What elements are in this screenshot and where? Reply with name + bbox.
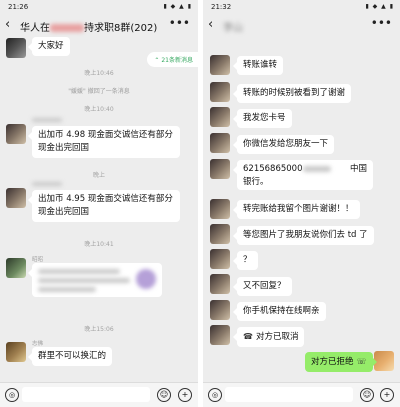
avatar[interactable] <box>210 107 230 127</box>
timestamp: 晚上15:06 <box>84 326 114 333</box>
avatar[interactable] <box>6 342 26 362</box>
avatar[interactable] <box>210 55 230 75</box>
nav-bar: ‹ 李山 ••• <box>203 14 400 36</box>
redacted-text <box>38 278 130 283</box>
sender-name: 昭昭 <box>32 257 44 263</box>
message-bubble: 大家好 <box>28 37 70 56</box>
message-bubble-account: 62156865000 中国 银行。 <box>233 160 373 190</box>
bank-name-end: 银行。 <box>243 177 269 187</box>
message-bubble: 等您图片了我朋友说你们去 td 了 <box>233 226 374 245</box>
status-icons: ▮ ◆ ▲ ▮ <box>163 3 192 10</box>
nav-bar: ‹ 华人在 持求职8群(202) ••• <box>0 14 198 36</box>
message-bubble: 你微信发给您朋友一下 <box>232 135 335 154</box>
message-bubble: 出加币 4.95 现金面交诚信还有部分现金出完回国 <box>28 190 180 222</box>
avatar[interactable] <box>6 258 26 278</box>
avatar[interactable] <box>6 38 26 58</box>
call-cancelled-bubble: ☎ 对方已取消 <box>232 327 305 347</box>
status-bar: 21:26 ▮ ◆ ▲ ▮ <box>0 0 198 14</box>
avatar[interactable] <box>210 300 230 320</box>
system-recall-notice: "媛媛" 撤回了一条消息 <box>68 88 130 95</box>
redacted-text <box>38 287 96 292</box>
timestamp: 晚上10:41 <box>84 241 114 248</box>
avatar[interactable] <box>210 274 230 294</box>
message-bubble: 转账的时候别被看到了谢谢 <box>232 84 352 103</box>
call-status: 对方已拒绝 <box>311 357 354 367</box>
timestamp: 晚上 <box>92 172 105 179</box>
message-input[interactable] <box>22 387 150 402</box>
message-bubble: 又不回复？ <box>233 277 292 296</box>
phone-icon: ☎ <box>243 332 253 341</box>
voice-icon[interactable]: ◎ <box>208 388 222 402</box>
timestamp: 晚上10:46 <box>84 70 114 77</box>
message-bubble: 出加币 4.98 现金面交诚信还有部分现金出完回国 <box>28 126 180 158</box>
more-icon[interactable]: ••• <box>371 16 392 30</box>
avatar[interactable] <box>210 224 230 244</box>
phone-icon: ☏ <box>356 357 367 366</box>
message-bubble: 转账谁转 <box>232 56 284 75</box>
new-messages-label: 21条新消息 <box>161 57 193 64</box>
status-time: 21:26 <box>8 3 29 11</box>
call-declined-bubble: 对方已拒绝 ☏ <box>305 352 377 372</box>
emoji-icon[interactable]: ☺ <box>360 388 374 402</box>
message-bubble: 转完账给我留个图片谢谢！！ <box>233 200 360 219</box>
message-bubble: ？ <box>233 251 258 270</box>
status-bar: 21:32 ▮ ◆ ▲ ▮ <box>203 0 400 14</box>
group-title-prefix: 华人在 <box>20 23 50 34</box>
voice-icon[interactable]: ◎ <box>5 388 19 402</box>
status-icons: ▮ ◆ ▲ ▮ <box>365 3 394 10</box>
status-time: 21:32 <box>211 3 232 11</box>
avatar[interactable] <box>210 82 230 102</box>
redacted-text <box>50 24 84 32</box>
sender-name: 志佛 <box>32 341 44 347</box>
contact-name: 李山 <box>223 23 243 34</box>
avatar[interactable] <box>210 325 230 345</box>
new-messages-badge[interactable]: ⌃ 21条新消息 <box>147 52 198 67</box>
avatar[interactable] <box>210 159 230 179</box>
avatar[interactable] <box>6 188 26 208</box>
my-avatar[interactable] <box>374 351 394 371</box>
redacted-text <box>302 165 331 172</box>
group-title: 华人在 持求职8群(202) <box>20 19 157 34</box>
avatar[interactable] <box>210 199 230 219</box>
left-chat-screen: 21:26 ▮ ◆ ▲ ▮ ‹ 华人在 持求职8群(202) ••• 大家好 ⌃ … <box>0 0 198 407</box>
plus-icon[interactable]: + <box>178 388 192 402</box>
sender-name-redacted <box>32 182 62 186</box>
avatar[interactable] <box>210 249 230 269</box>
back-chevron-icon[interactable]: ‹ <box>5 17 10 32</box>
timestamp: 晚上10:40 <box>84 106 114 113</box>
more-icon[interactable]: ••• <box>169 16 190 30</box>
group-title-suffix: 持求职8群(202) <box>84 23 158 34</box>
bank-name-part: 中国 <box>349 164 367 174</box>
account-number: 62156865000 <box>243 164 303 174</box>
message-bubble: 你手机保持在线啊亲 <box>233 302 326 321</box>
redacted-image <box>136 269 156 289</box>
message-input[interactable] <box>225 387 353 402</box>
back-chevron-icon[interactable]: ‹ <box>208 17 213 32</box>
message-bubble-blurred <box>28 263 162 297</box>
emoji-icon[interactable]: ☺ <box>157 388 171 402</box>
avatar[interactable] <box>6 124 26 144</box>
plus-icon[interactable]: + <box>380 388 394 402</box>
message-bubble: 群里不可以换汇的 <box>27 347 113 366</box>
message-bubble: 我发您卡号 <box>233 109 292 128</box>
right-chat-screen: 21:32 ▮ ◆ ▲ ▮ ‹ 李山 ••• 转账谁转 转账的时候别被看到了谢谢… <box>203 0 400 407</box>
avatar[interactable] <box>210 133 230 153</box>
chat-input-bar: ◎ ☺ + <box>203 382 400 407</box>
chat-input-bar: ◎ ☺ + <box>0 382 198 407</box>
call-status: 对方已取消 <box>255 332 299 342</box>
sender-name-redacted <box>32 118 62 122</box>
redacted-text <box>38 269 120 274</box>
